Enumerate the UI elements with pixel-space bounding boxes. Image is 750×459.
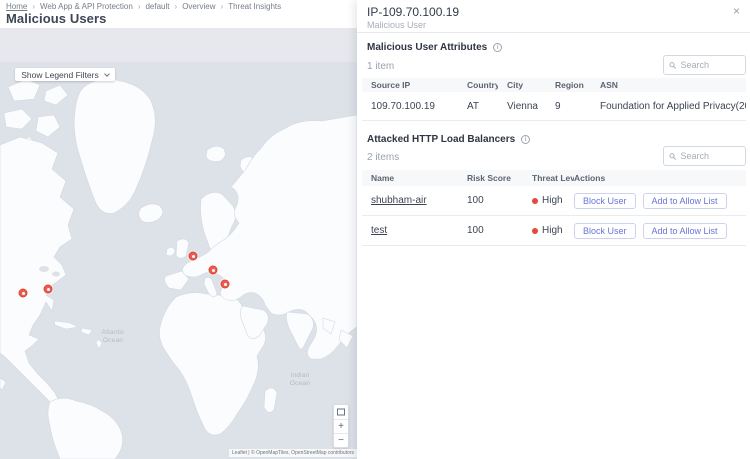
world-map[interactable]: Atlantic Ocean Indian Ocean Show Legend …	[0, 29, 357, 459]
attributes-search	[663, 55, 746, 75]
col-risk-score: Risk Score	[458, 173, 523, 183]
breadcrumb-default[interactable]: default	[145, 2, 169, 11]
load-balancers-table: Name Risk Score Threat Level Actions shu…	[362, 170, 746, 246]
col-asn: ASN	[591, 80, 746, 90]
attributes-heading-label: Malicious User Attributes	[367, 42, 487, 53]
search-icon	[669, 152, 677, 161]
breadcrumb-separator: ›	[175, 2, 178, 11]
map-attribution[interactable]: Leaflet | © OpenMapTiles, OpenStreetMap …	[229, 449, 357, 457]
map-marker[interactable]	[44, 285, 53, 294]
breadcrumb-waap[interactable]: Web App & API Protection	[40, 2, 133, 11]
load-balancers-heading-label: Attacked HTTP Load Balancers	[367, 134, 515, 145]
add-to-allow-list-button[interactable]: Add to Allow List	[643, 223, 727, 239]
cell-risk-score: 100	[458, 225, 523, 236]
attributes-section-heading: Malicious User Attributes i	[367, 42, 502, 53]
attributes-count: 1 item	[367, 61, 394, 72]
threat-high-dot-icon	[532, 228, 538, 234]
col-name: Name	[362, 173, 458, 183]
map-fullscreen-button[interactable]	[334, 405, 348, 419]
cell-region: 9	[546, 101, 591, 112]
indian-ocean-label: Indian	[291, 372, 310, 379]
cell-asn: Foundation for Applied Privacy(208323)	[591, 101, 746, 112]
breadcrumb: Home › Web App & API Protection › defaul…	[6, 2, 281, 11]
map-marker[interactable]	[221, 280, 230, 289]
map-marker[interactable]	[19, 289, 28, 298]
indian-ocean-label: Ocean	[290, 380, 310, 387]
table-row: 109.70.100.19 AT Vienna 9 Foundation for…	[362, 92, 746, 121]
attributes-table-header: Source IP Country City Region ASN	[362, 78, 746, 92]
info-icon[interactable]: i	[521, 135, 530, 144]
threat-level-label: High	[542, 195, 563, 206]
map-zoom-out-button[interactable]: −	[334, 433, 348, 447]
breadcrumb-threat-insights[interactable]: Threat Insights	[228, 2, 281, 11]
atlantic-ocean-label: Atlantic	[102, 329, 125, 336]
cell-risk-score: 100	[458, 195, 523, 206]
block-user-button[interactable]: Block User	[574, 223, 636, 239]
threat-high-dot-icon	[532, 198, 538, 204]
col-city: City	[498, 80, 546, 90]
map-marker[interactable]	[209, 266, 218, 275]
breadcrumb-home[interactable]: Home	[6, 2, 27, 11]
map-column: Home › Web App & API Protection › defaul…	[0, 0, 357, 459]
panel-header: IP-109.70.100.19 Malicious User ×	[357, 0, 750, 33]
close-icon[interactable]: ×	[733, 5, 740, 17]
threat-level-label: High	[542, 225, 563, 236]
load-balancers-table-header: Name Risk Score Threat Level Actions	[362, 170, 746, 186]
load-balancers-search-input[interactable]	[681, 151, 740, 161]
col-country: Country	[458, 80, 498, 90]
panel-subtitle: Malicious User	[367, 20, 426, 30]
malicious-users-page: Home › Web App & API Protection › defaul…	[0, 0, 750, 459]
load-balancers-section-heading: Attacked HTTP Load Balancers i	[367, 134, 530, 145]
map-controls: + −	[333, 404, 349, 448]
threat-level-badge: High	[532, 225, 574, 236]
col-threat-level: Threat Level	[523, 173, 574, 183]
load-balancers-count: 2 items	[367, 152, 399, 163]
malicious-user-detail-panel: IP-109.70.100.19 Malicious User × Malici…	[357, 0, 750, 459]
atlantic-ocean-label: Ocean	[103, 337, 123, 344]
attributes-search-input[interactable]	[681, 60, 740, 70]
show-legend-filters-label: Show Legend Filters	[21, 70, 99, 80]
breadcrumb-separator: ›	[32, 2, 35, 11]
map-marker[interactable]	[189, 252, 198, 261]
cell-city: Vienna	[498, 101, 546, 112]
breadcrumb-separator: ›	[221, 2, 224, 11]
world-map-svg: Atlantic Ocean Indian Ocean	[0, 29, 357, 459]
lb-name-link[interactable]: test	[371, 225, 387, 236]
load-balancers-search	[663, 146, 746, 166]
info-icon[interactable]: i	[493, 43, 502, 52]
cell-source-ip: 109.70.100.19	[362, 101, 458, 112]
attributes-table: Source IP Country City Region ASN 109.70…	[362, 78, 746, 121]
lb-name-link[interactable]: shubham-air	[371, 195, 427, 206]
breadcrumb-separator: ›	[138, 2, 141, 11]
threat-level-badge: High	[532, 195, 574, 206]
col-source-ip: Source IP	[362, 80, 458, 90]
page-title: Malicious Users	[6, 11, 107, 26]
fullscreen-icon	[336, 407, 346, 417]
table-row: shubham-air 100 High Block User Add to A…	[362, 186, 746, 216]
col-actions: Actions	[574, 173, 746, 183]
col-region: Region	[546, 80, 591, 90]
breadcrumb-overview[interactable]: Overview	[182, 2, 215, 11]
cell-country: AT	[458, 101, 498, 112]
block-user-button[interactable]: Block User	[574, 193, 636, 209]
panel-title: IP-109.70.100.19	[367, 5, 459, 19]
map-zoom-in-button[interactable]: +	[334, 419, 348, 433]
search-icon	[669, 61, 677, 70]
show-legend-filters-button[interactable]: Show Legend Filters	[15, 68, 115, 81]
topbar: Home › Web App & API Protection › defaul…	[0, 0, 357, 29]
add-to-allow-list-button[interactable]: Add to Allow List	[643, 193, 727, 209]
chevron-down-icon	[104, 71, 110, 77]
table-row: test 100 High Block User Add to Allow Li…	[362, 216, 746, 246]
